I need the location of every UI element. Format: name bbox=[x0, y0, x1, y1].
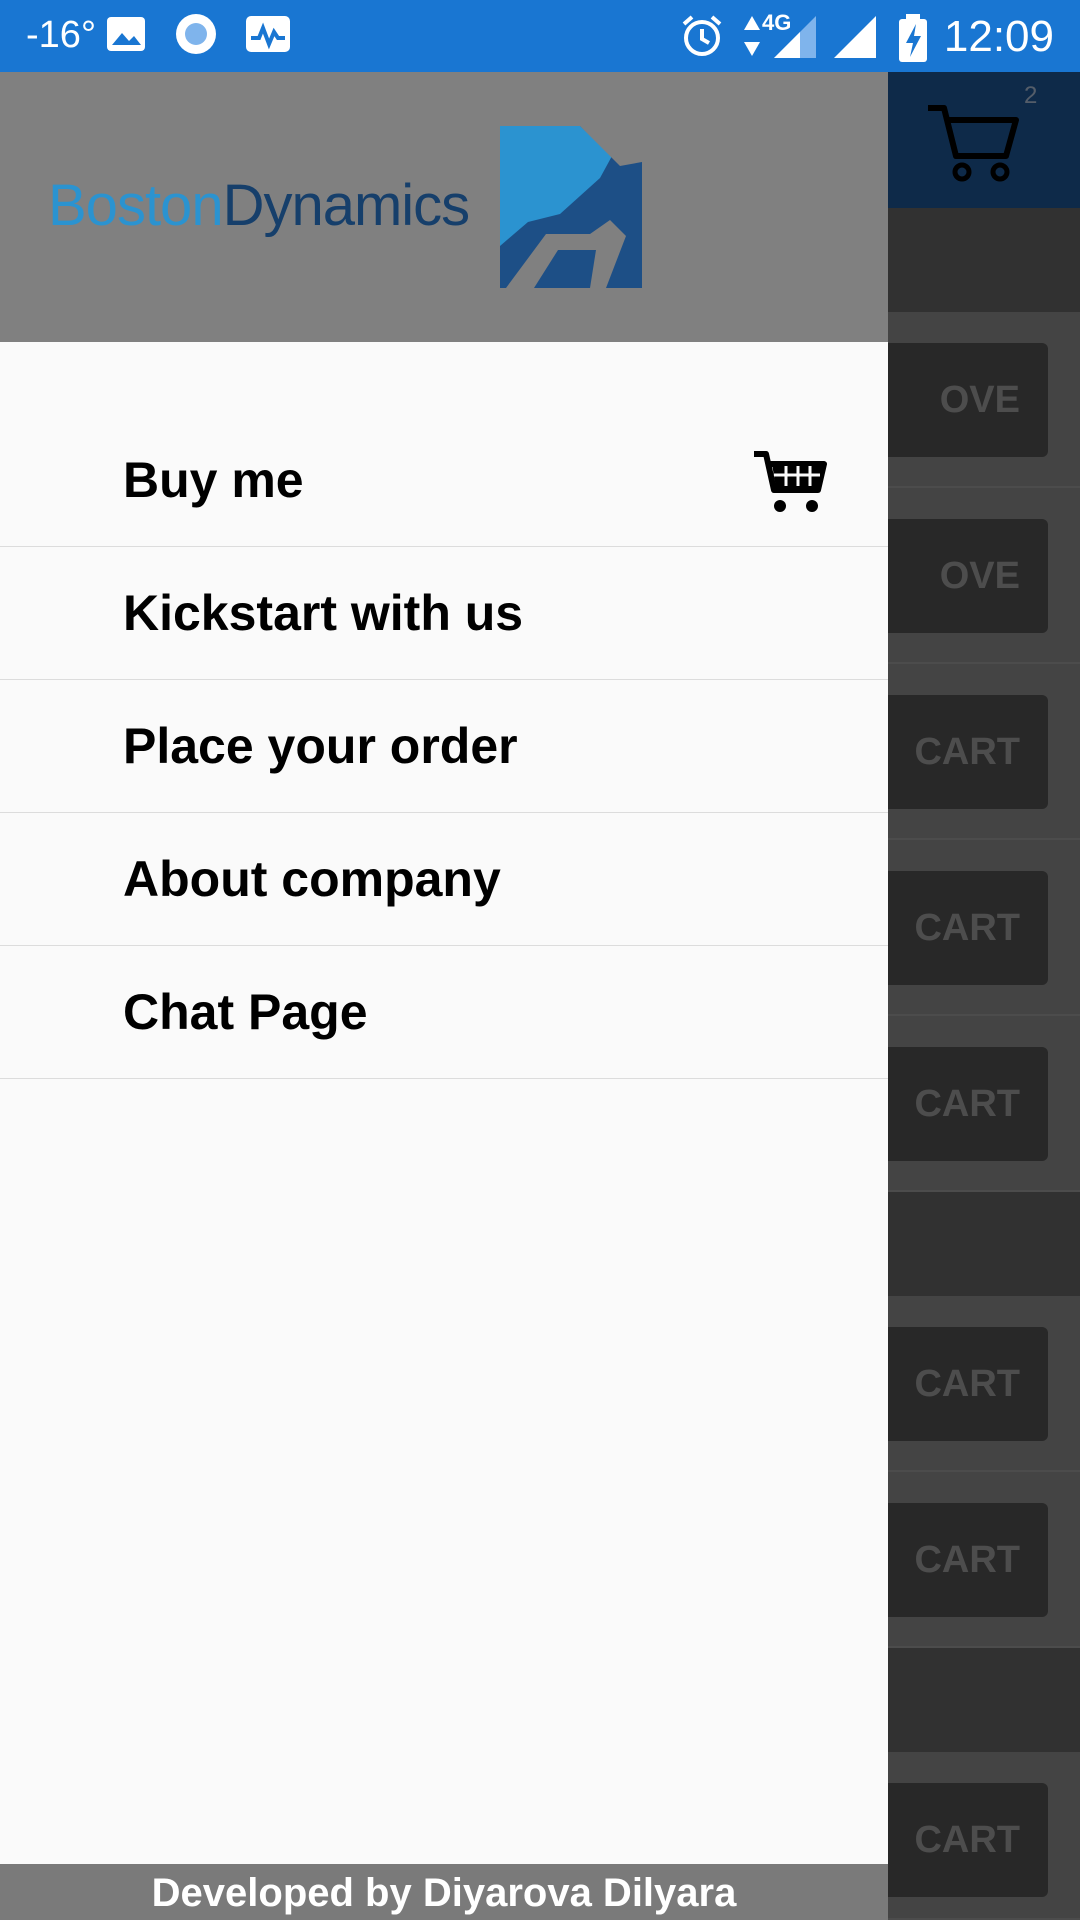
drawer-footer: Developed by Diyarova Dilyara bbox=[0, 1864, 888, 1920]
menu-item-label: About company bbox=[123, 851, 501, 907]
menu-item-kickstart[interactable]: Kickstart with us bbox=[0, 547, 888, 680]
menu-item-label: Kickstart with us bbox=[123, 585, 524, 641]
menu-item-place-order[interactable]: Place your order bbox=[0, 680, 888, 813]
status-bar: -16° 4G 12:09 bbox=[0, 0, 1080, 72]
battery-charging-icon bbox=[899, 14, 927, 62]
shopping-cart-icon bbox=[754, 451, 827, 512]
menu-item-label: Place your order bbox=[123, 718, 518, 774]
clock: 12:09 bbox=[943, 12, 1054, 61]
menu-item-label: Buy me bbox=[123, 452, 304, 508]
navigation-drawer: BostonDynamics Buy me Kickstart with us … bbox=[0, 72, 888, 1920]
circle-notification-icon bbox=[176, 14, 216, 54]
menu-item-label: Chat Page bbox=[123, 984, 368, 1040]
signal-icon-2 bbox=[834, 16, 876, 58]
drawer-header: BostonDynamics bbox=[0, 72, 888, 342]
image-icon bbox=[107, 17, 145, 51]
drawer-menu: Buy me Kickstart with us Place your orde… bbox=[0, 414, 888, 1079]
alarm-icon bbox=[682, 15, 722, 56]
data-arrows-icon bbox=[744, 16, 760, 56]
menu-item-buy-me[interactable]: Buy me bbox=[0, 414, 888, 547]
brand-part1: Boston bbox=[48, 173, 224, 238]
brand-logo-mark bbox=[500, 126, 642, 288]
temperature: -16° bbox=[26, 14, 97, 56]
activity-icon bbox=[246, 16, 290, 52]
menu-item-about-company[interactable]: About company bbox=[0, 813, 888, 946]
brand-logo-text: BostonDynamics bbox=[48, 172, 471, 239]
menu-item-chat-page[interactable]: Chat Page bbox=[0, 946, 888, 1079]
brand-part2: Dynamics bbox=[222, 173, 471, 238]
signal-icon bbox=[774, 16, 816, 58]
